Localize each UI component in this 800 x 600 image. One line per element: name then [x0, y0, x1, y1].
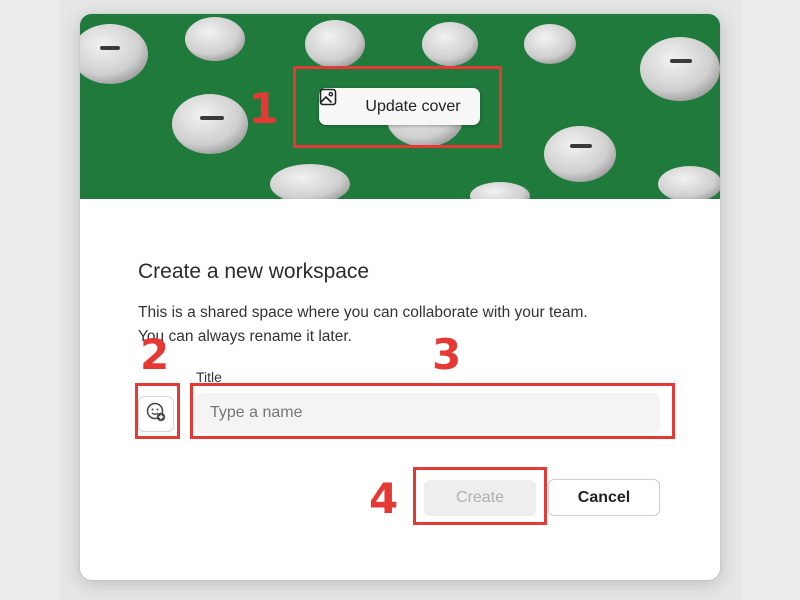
page-background-right: [742, 0, 800, 600]
annotation-number-4: 4: [369, 474, 399, 523]
cover-image: Update cover: [80, 14, 720, 199]
dialog-description: This is a shared space where you can col…: [138, 301, 658, 349]
cancel-button[interactable]: Cancel: [548, 479, 660, 516]
page-background-left: [0, 0, 60, 600]
update-cover-button[interactable]: Update cover: [319, 88, 480, 125]
create-button[interactable]: Create: [424, 480, 536, 516]
annotation-number-2: 2: [140, 330, 170, 379]
image-icon: [319, 88, 356, 116]
dialog-title: Create a new workspace: [138, 260, 370, 283]
description-line-1: This is a shared space where you can col…: [138, 304, 588, 321]
emoji-add-icon: [145, 401, 167, 428]
annotation-number-1: 1: [249, 84, 279, 133]
create-workspace-dialog: Update cover Create a new workspace This…: [80, 14, 720, 580]
emoji-picker-button[interactable]: [138, 396, 174, 432]
description-line-2: You can always rename it later.: [138, 328, 352, 345]
update-cover-label: Update cover: [365, 97, 461, 115]
annotation-number-3: 3: [432, 330, 462, 379]
title-input[interactable]: [194, 393, 660, 433]
title-field-label: Title: [196, 369, 222, 385]
